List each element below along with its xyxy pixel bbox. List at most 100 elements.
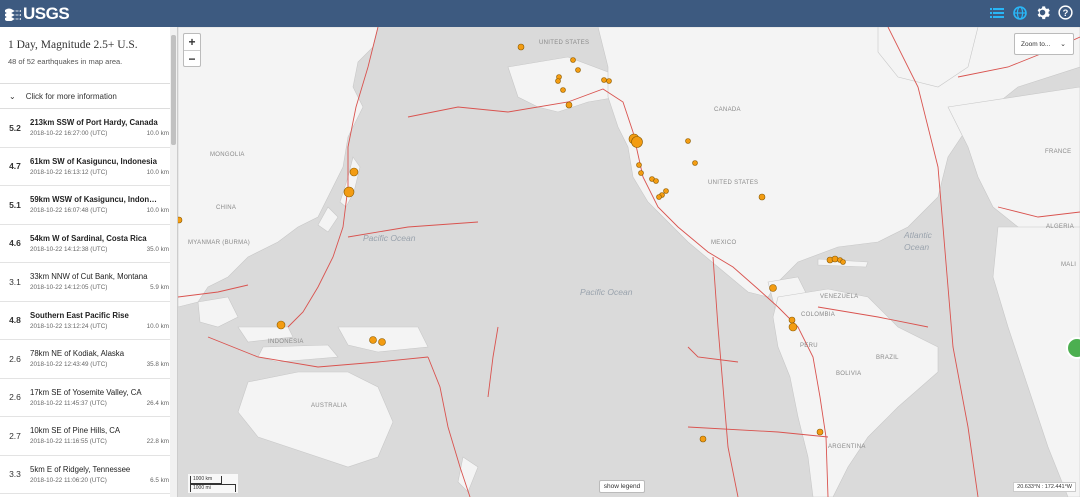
magnitude: 3.3 — [9, 469, 21, 480]
location: 33km NNW of Cut Bank, Montana — [30, 272, 148, 282]
scale-km: 1000 km — [190, 476, 222, 484]
magnitude: 2.6 — [9, 392, 21, 403]
scale-mi: 1000 mi — [190, 484, 236, 492]
earthquake-list: 5.2 213km SSW of Port Hardy, Canada 2018-1… — [0, 109, 177, 494]
earthquake-list-item[interactable]: 5.1 59km WSW of Kasiguncu, Indon… 2018-10-… — [0, 186, 177, 225]
more-info-label: Click for more information — [25, 91, 117, 101]
depth: 10.0 km — [146, 207, 169, 215]
list-count: 48 of 52 earthquakes in map area. — [8, 57, 123, 66]
usgs-wave-icon — [5, 8, 21, 21]
quake-marker — [555, 78, 561, 84]
magnitude: 5.1 — [9, 199, 21, 210]
location: 5km E of Ridgely, Tennessee — [30, 464, 131, 474]
earthquake-markers — [178, 43, 846, 443]
depth: 6.5 km — [150, 476, 169, 484]
usgs-logo[interactable]: USGS — [5, 3, 70, 24]
quake-marker — [699, 435, 707, 443]
depth: 5.9 km — [150, 284, 169, 292]
earthquake-list-item[interactable]: 2.6 78km NE of Kodiak, Alaska 2018-10-22 1… — [0, 340, 177, 379]
earthquake-list-item[interactable]: 4.7 61km SW of Kasiguncu, Indonesia 2018-1… — [0, 148, 177, 186]
quake-marker — [560, 87, 566, 93]
zoom-control: + − — [183, 33, 201, 67]
depth: 10.0 km — [146, 322, 169, 330]
magnitude: 3.1 — [9, 276, 21, 287]
earthquake-list-item[interactable]: 5.2 213km SSW of Port Hardy, Canada 2018-1… — [0, 109, 177, 148]
list-header: 1 Day, Magnitude 2.5+ U.S. 48 of 52 eart… — [0, 27, 177, 84]
scale-bar: 1000 km 1000 mi — [188, 474, 238, 493]
earthquake-list-panel: 1 Day, Magnitude 2.5+ U.S. 48 of 52 eart… — [0, 27, 178, 497]
magnitude: 5.2 — [9, 122, 21, 133]
quake-marker — [831, 255, 839, 263]
magnitude: 2.7 — [9, 430, 21, 441]
earthquake-list-item[interactable]: 2.6 17km SE of Yosemite Valley, CA 2018-10… — [0, 379, 177, 417]
list-icon[interactable] — [988, 4, 1005, 21]
quake-marker — [685, 138, 691, 144]
earthquake-list-item[interactable]: 2.7 10km SE of Pine Hills, CA 2018-10-22 1… — [0, 417, 177, 456]
magnitude: 4.6 — [9, 238, 21, 249]
quake-marker — [692, 160, 698, 166]
list-scrollbar[interactable] — [170, 27, 177, 497]
time: 2018-10-22 16:27:00 (UTC) — [30, 130, 108, 138]
coordinate-readout: 20.633°N : 172.441°W — [1013, 482, 1076, 492]
app-header: USGS ? — [0, 0, 1080, 27]
gear-icon[interactable] — [1034, 4, 1051, 21]
location: 59km WSW of Kasiguncu, Indon… — [30, 195, 157, 205]
location: Southern East Pacific Rise — [30, 310, 129, 320]
quake-marker — [343, 186, 355, 198]
zoom-to-select[interactable]: Zoom to... ⌄ — [1014, 33, 1074, 55]
zoom-out-button[interactable]: − — [184, 50, 200, 66]
time: 2018-10-22 11:06:20 (UTC) — [30, 476, 107, 484]
show-legend-button[interactable]: show legend — [599, 480, 645, 493]
quake-marker — [663, 188, 669, 194]
earthquake-list-item[interactable]: 4.6 54km W of Sardinal, Costa Rica 2018-10… — [0, 225, 177, 263]
help-icon[interactable]: ? — [1057, 4, 1074, 21]
zoom-to-label: Zoom to... — [1021, 40, 1051, 48]
more-info-toggle[interactable]: ⌄ Click for more information — [0, 84, 177, 109]
depth: 10.0 km — [146, 168, 169, 176]
quake-marker — [565, 101, 573, 109]
location: 213km SSW of Port Hardy, Canada — [30, 118, 158, 128]
quake-marker — [636, 162, 642, 168]
quake-marker — [517, 43, 525, 51]
logo-text: USGS — [23, 3, 70, 23]
zoom-in-button[interactable]: + — [184, 34, 200, 50]
quake-marker — [769, 284, 777, 292]
quake-marker — [276, 320, 286, 330]
chevron-down-icon: ⌄ — [1060, 41, 1066, 48]
quake-marker — [606, 78, 612, 84]
map-view[interactable]: UNITED STATES CANADA MONGOLIA CHINA MYAN… — [178, 27, 1080, 497]
time: 2018-10-22 11:16:55 (UTC) — [30, 438, 107, 446]
quake-marker — [631, 136, 643, 148]
chevron-down-icon: ⌄ — [9, 91, 16, 101]
earthquake-list-item[interactable]: 3.1 33km NNW of Cut Bank, Montana 2018-10-… — [0, 263, 177, 302]
depth: 10.0 km — [146, 130, 169, 138]
time: 2018-10-22 11:45:37 (UTC) — [30, 399, 107, 407]
quake-marker — [378, 338, 386, 346]
scrollbar-thumb[interactable] — [171, 35, 176, 145]
time: 2018-10-22 12:43:49 (UTC) — [30, 361, 108, 369]
quake-marker — [570, 57, 576, 63]
magnitude: 4.8 — [9, 315, 21, 326]
location: 54km W of Sardinal, Costa Rica — [30, 233, 147, 243]
quake-marker — [788, 322, 798, 332]
time: 2018-10-22 14:12:38 (UTC) — [30, 245, 108, 253]
list-title: 1 Day, Magnitude 2.5+ U.S. — [8, 39, 138, 51]
quake-marker — [758, 193, 766, 201]
quake-marker — [656, 194, 662, 200]
time: 2018-10-22 13:12:24 (UTC) — [30, 322, 108, 330]
svg-text:?: ? — [1063, 8, 1069, 18]
depth: 35.8 km — [146, 361, 169, 369]
earthquake-list-item[interactable]: 3.3 5km E of Ridgely, Tennessee 2018-10-22… — [0, 456, 177, 494]
location: 10km SE of Pine Hills, CA — [30, 426, 121, 436]
depth: 26.4 km — [146, 399, 169, 407]
quake-marker — [575, 67, 581, 73]
earthquake-list-item[interactable]: 4.8 Southern East Pacific Rise 2018-10-22 … — [0, 302, 177, 340]
magnitude: 4.7 — [9, 161, 21, 172]
time: 2018-10-22 16:13:12 (UTC) — [30, 168, 108, 176]
quake-marker — [788, 316, 796, 324]
quake-marker — [369, 336, 377, 344]
depth: 22.8 km — [146, 438, 169, 446]
globe-icon[interactable] — [1011, 4, 1028, 21]
magnitude: 2.6 — [9, 353, 21, 364]
location: 78km NE of Kodiak, Alaska — [30, 349, 125, 359]
